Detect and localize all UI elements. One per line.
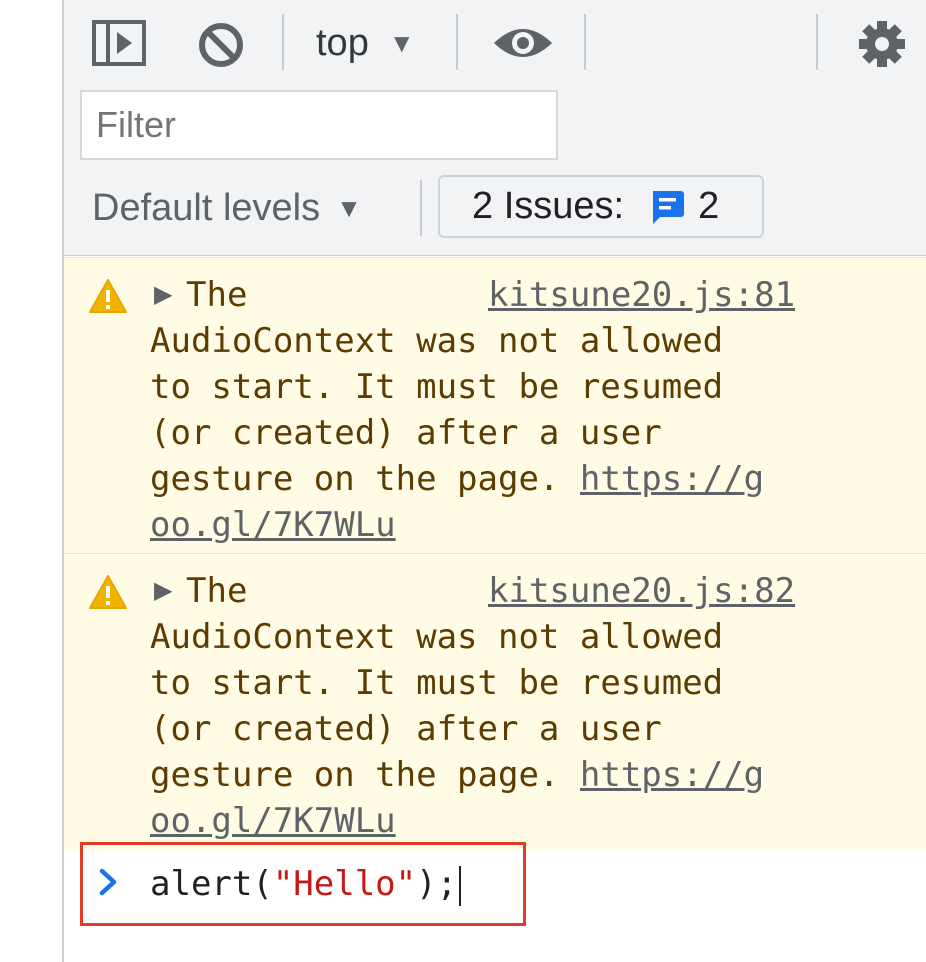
log-levels-dropdown[interactable]: Default levels ▼ [92, 182, 362, 234]
message-text: gesture on the page. https://g [150, 752, 764, 798]
filter-input[interactable] [80, 90, 558, 160]
text-caret [459, 865, 462, 906]
help-link[interactable]: oo.gl/7K7WLu [150, 505, 396, 545]
toolbar-separator [584, 14, 586, 70]
issues-label: 2 Issues: [472, 185, 625, 227]
context-label: top [316, 21, 369, 64]
toolbar-separator [456, 14, 458, 70]
dropdown-arrow-icon: ▼ [336, 192, 362, 223]
message-text: to start. It must be resumed [150, 663, 724, 703]
message-text-part: gesture on the page. [150, 755, 580, 795]
message-text: AudioContext was not allowed [150, 617, 724, 657]
console-warning-message: ▶ The kitsune20.js:81 AudioContext was n… [64, 257, 926, 553]
message-text: gesture on the page. https://g [150, 456, 764, 502]
expand-triangle-icon[interactable]: ▶ [154, 576, 172, 605]
message-text: oo.gl/7K7WLu [150, 502, 396, 548]
levels-label: Default levels [92, 186, 321, 229]
issue-message-icon [648, 188, 686, 226]
gear-icon[interactable] [856, 18, 908, 70]
code-string: "Hello" [272, 864, 417, 904]
message-text: (or created) after a user [150, 709, 662, 749]
message-text: The [186, 275, 248, 315]
source-link[interactable]: kitsune20.js:82 [488, 568, 795, 614]
message-text: (or created) after a user [150, 413, 662, 453]
help-link[interactable]: oo.gl/7K7WLu [150, 801, 396, 841]
issues-count: 2 [698, 185, 720, 227]
console-toolbar: top ▼ Filter Default levels ▼ 2 Issues: … [64, 0, 926, 256]
toolbar-separator [420, 180, 422, 236]
code-text: alert( [150, 864, 273, 904]
expand-triangle-icon[interactable]: ▶ [154, 280, 172, 309]
sidebar-toggle-icon[interactable] [92, 18, 146, 68]
message-text: oo.gl/7K7WLu [150, 798, 396, 844]
console-input[interactable]: alert("Hello"); [150, 858, 462, 910]
message-text-part: gesture on the page. [150, 459, 580, 499]
console-panel: top ▼ Filter Default levels ▼ 2 Issues: … [64, 0, 926, 962]
source-link[interactable]: kitsune20.js:81 [488, 272, 795, 318]
help-link[interactable]: https://g [580, 755, 764, 795]
warning-icon [88, 574, 128, 619]
live-expression-icon[interactable] [492, 20, 554, 66]
warning-icon [88, 278, 128, 323]
help-link[interactable]: https://g [580, 459, 764, 499]
clear-console-icon[interactable] [196, 20, 246, 70]
console-warning-message: ▶ The kitsune20.js:82 AudioContext was n… [64, 553, 926, 849]
prompt-chevron-icon [98, 866, 120, 903]
context-selector[interactable]: top ▼ [316, 18, 415, 68]
issues-button[interactable]: 2 Issues: 2 [438, 175, 764, 238]
toolbar-separator [816, 14, 818, 70]
toolbar-separator [282, 14, 284, 70]
message-text: The [186, 571, 248, 611]
message-text: to start. It must be resumed [150, 367, 724, 407]
code-text: ); [416, 864, 458, 904]
dropdown-arrow-icon: ▼ [388, 27, 415, 58]
message-text: AudioContext was not allowed [150, 321, 724, 361]
